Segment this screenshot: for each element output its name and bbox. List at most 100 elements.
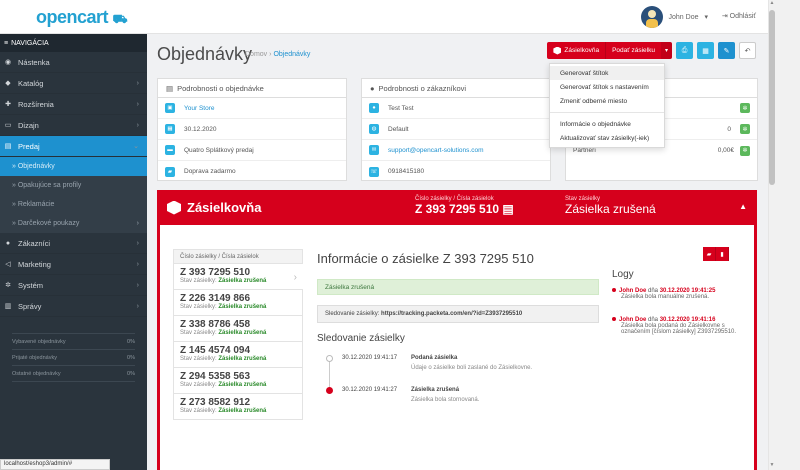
zasielkovna-button[interactable]: Zásielkovňa	[547, 42, 607, 59]
edit-button[interactable]: ✎	[718, 42, 735, 59]
panel-header: ● Podrobnosti o zákazníkovi	[362, 79, 550, 98]
opencart-logo[interactable]: opencart ⛟	[36, 7, 128, 28]
logout-link[interactable]: ⇥ Odhlásiť	[722, 12, 756, 20]
scroll-up-icon[interactable]: ▲	[769, 0, 775, 6]
customer-phone-row: ☏ 0918415180	[369, 166, 425, 177]
sidebar-item-dizajn[interactable]: ▭ Dizajn ›	[0, 115, 147, 136]
zasielkovna-action-buttons: ▰ ▮	[703, 247, 729, 261]
sidebar-item-zakaznici[interactable]: ● Zákazníci ›	[0, 233, 147, 254]
dropdown-toggle-button[interactable]: ▾	[660, 42, 672, 59]
print-invoice-button[interactable]: ⎙	[676, 42, 693, 59]
log-entry: John Doe dňa 30.12.2020 19:41:16 Zásielk…	[612, 317, 742, 335]
monitor-icon: ▭	[4, 122, 12, 129]
scrollbar-area: ▲ ▼	[768, 0, 800, 470]
chevron-down-icon: ▾	[704, 14, 708, 21]
breadcrumb: Domov › Objednávky	[245, 51, 310, 58]
calendar-icon: ▦	[165, 124, 175, 134]
chevron-right-icon: ›	[293, 272, 297, 283]
stat-row: Prijaté objednávky 0%	[12, 350, 135, 366]
tracking-link[interactable]: https://tracking.packeta.com/en/?id=Z393…	[381, 311, 522, 317]
zasielkovna-logo: Zásielkovňa	[167, 200, 261, 215]
user-icon: ●	[5, 239, 11, 247]
cog-icon[interactable]: ✲	[740, 145, 750, 156]
timeline-time: 30.12.2020 19:41:17	[342, 355, 398, 361]
share-icon: ◁	[5, 261, 11, 268]
shipment-list-item[interactable]: Z 145 4574 094 Stav zásielky: Zásielka zr…	[173, 342, 303, 368]
truck-icon: ▦	[702, 47, 709, 55]
cog-icon[interactable]: ✲	[740, 103, 750, 113]
chevron-down-icon: ⌄	[133, 143, 139, 150]
zasielkovna-logo-icon	[553, 46, 562, 55]
zasielkovna-dropdown-menu: Generovať štítok Generovať štítok s nast…	[549, 63, 665, 148]
shipment-list-item[interactable]: Z 226 3149 866 Stav zásielky: Zásielka zr…	[173, 290, 303, 316]
chart-icon: ▥	[4, 303, 12, 310]
menu-item-generate-label[interactable]: Generovať štítok	[550, 66, 664, 80]
panel-header: ▤ Podrobnosti o objednávke	[158, 79, 346, 98]
menu-item-generate-label-settings[interactable]: Generovať štítok s nastavením	[550, 80, 664, 94]
truck-icon: ▰	[706, 251, 712, 258]
store-link[interactable]: Your Store	[184, 105, 214, 112]
menu-item-order-info[interactable]: Informácie o objednávke	[550, 117, 664, 131]
sidebar-item-predaj[interactable]: ▤ Predaj ⌄	[0, 136, 147, 157]
breadcrumb-home[interactable]: Domov	[245, 51, 267, 58]
shipment-list-item[interactable]: Z 338 8786 458 Stav zásielky: Zásielka zr…	[173, 316, 303, 342]
sidebar-item-katalog[interactable]: ◆ Katalóg ›	[0, 73, 147, 94]
date-row: ▦ 30.12.2020	[158, 119, 346, 140]
tracking-alert: Sledovanie zásielky: https://tracking.pa…	[317, 305, 599, 323]
shipment-status-block: Stav zásielky Zásielka zrušená	[565, 196, 656, 216]
timeline-time: 30.12.2020 19:41:27	[342, 387, 398, 393]
envelope-icon: ✉	[369, 145, 379, 155]
zasielkovna-panel: Zásielkovňa Číslo zásielky / Čísla zásie…	[157, 190, 757, 470]
dashboard-icon: ◉	[4, 59, 12, 66]
submit-shipment-button[interactable]: Podať zásielku	[606, 42, 661, 59]
sidebar-subitem-objednavky[interactable]: » Objednávky	[0, 157, 147, 176]
puzzle-icon: ✚	[5, 101, 11, 108]
shipment-list-item[interactable]: Z 393 7295 510 Stav zásielky: Zásielka zr…	[173, 264, 303, 290]
shipment-list-item[interactable]: Z 294 5358 563 Stav zásielky: Zásielka zr…	[173, 368, 303, 394]
sidebar-item-nastenka[interactable]: ◉ Nástenka	[0, 52, 147, 73]
sidebar-subitem-opakujuce-profily[interactable]: » Opakujúce sa profily	[0, 176, 147, 195]
print-icon: ⎙	[681, 46, 688, 54]
top-header: opencart ⛟ John Doe ▾ ⇥ Odhlásiť	[0, 0, 768, 34]
log-bullet-icon	[612, 288, 616, 292]
chevron-right-icon: ›	[136, 281, 139, 289]
print-shipping-button[interactable]: ▦	[697, 42, 714, 59]
sidebar-subitem-darcekove-poukazy[interactable]: » Darčekové poukazy ›	[0, 214, 147, 233]
phone-icon: ☏	[369, 166, 379, 177]
shipment-number-block: Číslo zásielky / Čísla zásielok Z 393 72…	[415, 196, 514, 216]
logs-title: Logy	[612, 269, 634, 280]
stat-row: Ostatné objednávky 0%	[12, 366, 135, 382]
shipment-list-item[interactable]: Z 273 8582 912 Stav zásielky: Zásielka zr…	[173, 394, 303, 420]
breadcrumb-current[interactable]: Objednávky	[273, 51, 310, 58]
sidebar-item-marketing[interactable]: ◁ Marketing ›	[0, 254, 147, 275]
order-stats: Vybavené objednávky 0% Prijaté objednávky…	[12, 333, 135, 382]
print-label-button[interactable]: ▰	[703, 247, 716, 261]
barcode-icon: ▤	[502, 202, 514, 216]
sidebar-subitem-reklamacie[interactable]: » Reklamácie	[0, 195, 147, 214]
sidebar-item-rozsirenia[interactable]: ✚ Rozšírenia ›	[0, 94, 147, 115]
cart-logo-icon: ⛟	[112, 12, 128, 26]
timeline-dot	[326, 387, 333, 394]
credit-card-icon: ▬	[165, 145, 175, 155]
menu-item-change-pickup[interactable]: Zmeniť odberné miesto	[550, 94, 664, 108]
chevron-right-icon: ›	[136, 260, 139, 268]
collapse-icon[interactable]: ▲	[739, 202, 747, 211]
menu-item-update-status[interactable]: Aktualizovať stav zásielky(-iek)	[550, 131, 664, 145]
zasielkovna-body: Číslo zásielky / Čísla zásielok Z 393 72…	[160, 225, 754, 470]
truck-icon: ▰	[165, 166, 175, 177]
cart-icon: ▤	[4, 143, 12, 150]
user-menu[interactable]: John Doe ▾	[640, 6, 708, 28]
cancel-shipment-button[interactable]: ▮	[716, 247, 729, 261]
scrollbar-thumb[interactable]	[769, 10, 775, 185]
stat-row: Vybavené objednávky 0%	[12, 334, 135, 350]
email-link[interactable]: support@opencart-solutions.com	[388, 147, 483, 154]
sidebar-item-system[interactable]: ✲ Systém ›	[0, 275, 147, 296]
cog-icon[interactable]: ✲	[740, 124, 750, 134]
trash-icon: ▮	[720, 251, 724, 258]
breadcrumb-separator: ›	[269, 51, 272, 58]
sidebar-item-spravy[interactable]: ▥ Správy ›	[0, 296, 147, 317]
timeline-desc: Údaje o zásielke boli zaslané do Zásielk…	[411, 365, 533, 371]
scroll-down-icon[interactable]: ▼	[769, 462, 775, 468]
user-icon: ●	[369, 103, 379, 113]
back-button[interactable]: ↶	[739, 42, 756, 59]
